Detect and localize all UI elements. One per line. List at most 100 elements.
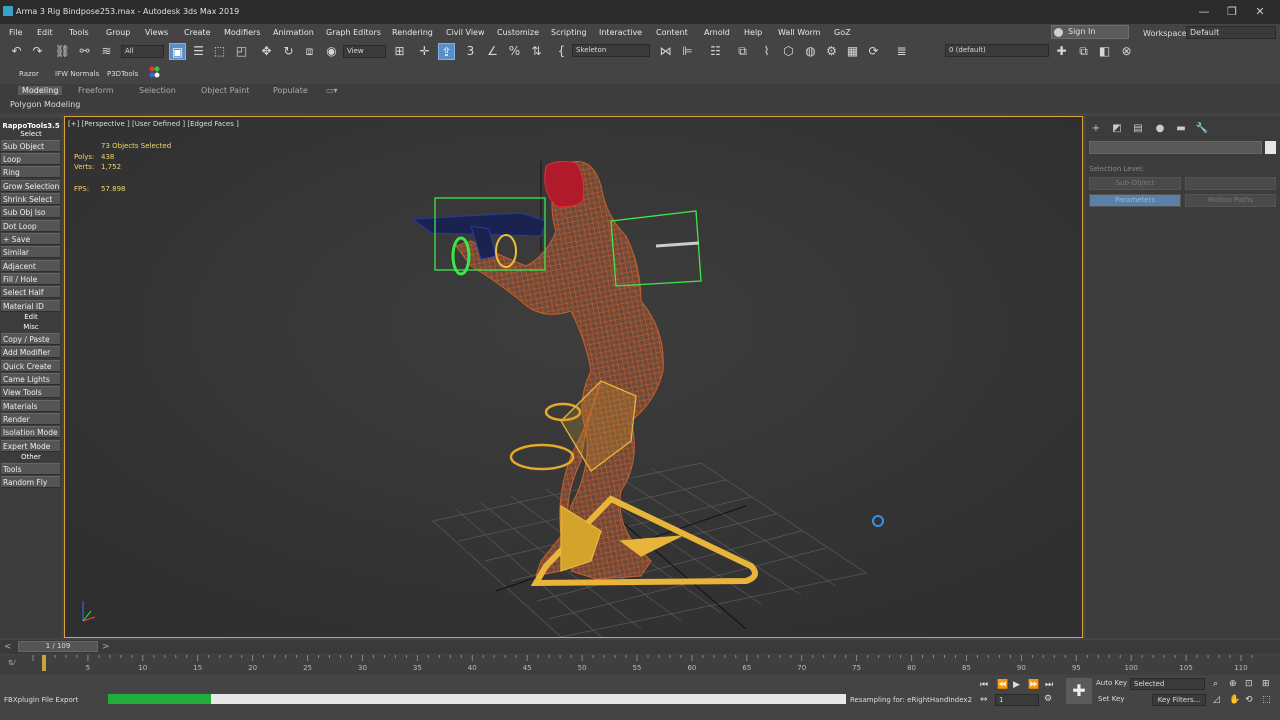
menu-modifiers[interactable]: Modifiers [224, 28, 261, 37]
toggle-layer-explorer-icon[interactable]: ⧉ [734, 43, 751, 60]
field-of-view-icon[interactable]: ◿ [1213, 695, 1220, 705]
orbit-icon[interactable]: ⟲ [1245, 695, 1253, 705]
keyboard-shortcut-override-icon[interactable]: ⇪ [438, 43, 455, 60]
tab-selection[interactable]: Selection [139, 86, 176, 95]
render-setup-icon[interactable]: ⚙ [823, 43, 840, 60]
toggle-scene-explorer-icon[interactable]: ☷ [707, 43, 724, 60]
rt-dot-loop-button[interactable]: Dot Loop [1, 220, 60, 232]
rt-save-button[interactable]: + Save [1, 233, 60, 245]
parameters-button[interactable]: Parameters [1089, 194, 1181, 207]
color-palette-icon[interactable] [148, 65, 160, 79]
move-icon[interactable]: ✥ [258, 43, 275, 60]
utilities-tab-icon[interactable]: 🔧 [1195, 123, 1209, 135]
section-edit-header[interactable]: Edit [0, 313, 62, 321]
spinner-snap-icon[interactable]: ⇅ [528, 43, 545, 60]
mini-curve-editor-icon[interactable]: ⇅⁄ [8, 659, 15, 667]
object-name-field[interactable] [1089, 141, 1262, 154]
modify-tab-icon[interactable]: ◩ [1110, 123, 1124, 135]
window-crossing-icon[interactable]: ◰ [233, 43, 250, 60]
align-icon[interactable]: ⊫ [679, 43, 696, 60]
rt-random-fly-button[interactable]: Random Fly [1, 476, 60, 488]
percent-snap-icon[interactable]: % [506, 43, 523, 60]
add-to-layer-icon[interactable]: ⧉ [1075, 43, 1092, 60]
zoom-extents-all-icon[interactable]: ⊞ [1262, 679, 1270, 689]
rt-similar-button[interactable]: Similar [1, 246, 60, 258]
rt-shrink-select-button[interactable]: Shrink Select [1, 193, 60, 205]
rendered-frame-window-icon[interactable]: ▦ [844, 43, 861, 60]
rt-ring-button[interactable]: Ring [1, 166, 60, 178]
snaps-toggle-icon[interactable]: 3 [462, 43, 479, 60]
angle-snap-icon[interactable]: ∠ [484, 43, 501, 60]
rt-materials-button[interactable]: Materials [1, 400, 60, 412]
create-tab-icon[interactable]: + [1089, 123, 1103, 135]
link-icon[interactable]: ⛓ [54, 43, 71, 60]
mirror-icon[interactable]: ⋈ [657, 43, 674, 60]
plugin-ifw-normals[interactable]: IFW Normals [55, 70, 99, 78]
menu-wall-worm[interactable]: Wall Worm [778, 28, 821, 37]
rt-sub-obj-iso-button[interactable]: Sub Obj Iso [1, 206, 60, 218]
rt-select-half-button[interactable]: Select Half [1, 286, 60, 298]
menu-content[interactable]: Content [656, 28, 688, 37]
rt-quick-create-button[interactable]: Quick Create [1, 360, 60, 372]
perspective-viewport[interactable] [64, 116, 1083, 638]
menu-file[interactable]: File [9, 28, 22, 37]
create-layer-icon[interactable]: ✚ [1053, 43, 1070, 60]
rt-render-button[interactable]: Render [1, 413, 60, 425]
select-manipulate-icon[interactable]: ✛ [416, 43, 433, 60]
rt-expert-mode-button[interactable]: Expert Mode [1, 440, 60, 452]
key-filters-button[interactable]: Key Filters... [1152, 694, 1206, 706]
select-in-layer-icon[interactable]: ◧ [1096, 43, 1113, 60]
select-object-icon[interactable]: ▣ [169, 43, 186, 60]
current-layer-icon[interactable]: ⊗ [1118, 43, 1135, 60]
undo-icon[interactable]: ↶ [8, 43, 25, 60]
rt-came-lights-button[interactable]: Came Lights [1, 373, 60, 385]
go-to-start-icon[interactable]: ⏮ [980, 680, 988, 690]
prev-frame-icon[interactable]: < [4, 642, 12, 652]
menu-rendering[interactable]: Rendering [392, 28, 433, 37]
named-selection-set-select[interactable]: Skeleton [572, 44, 650, 57]
layer-select[interactable]: 0 (default) [945, 44, 1049, 57]
menu-help[interactable]: Help [744, 28, 762, 37]
rt-adjacent-button[interactable]: Adjacent [1, 260, 60, 272]
set-key-big-icon[interactable]: ✚ [1066, 678, 1092, 704]
rt-sub-object-button[interactable]: Sub Object [1, 140, 60, 152]
workspace-select[interactable]: Default [1186, 26, 1276, 39]
rt-material-id-button[interactable]: Material ID [1, 300, 60, 312]
maximize-button[interactable]: ❐ [1224, 4, 1240, 20]
unlink-icon[interactable]: ⚯ [76, 43, 93, 60]
polygon-modeling-panel[interactable]: Polygon Modeling [10, 100, 80, 109]
rt-grow-selection-button[interactable]: Grow Selection [1, 180, 60, 192]
plugin-razor[interactable]: Razor [19, 70, 39, 78]
rotate-icon[interactable]: ↻ [280, 43, 297, 60]
selection-filter-select[interactable]: All [121, 45, 164, 58]
edit-named-selection-icon[interactable]: { } [553, 43, 570, 75]
motion-paths-button[interactable]: Motion Paths [1185, 194, 1276, 207]
material-editor-icon[interactable]: ◍ [802, 43, 819, 60]
render-production-icon[interactable]: ⟳ [865, 43, 882, 60]
curve-editor-icon[interactable]: ⌇ [758, 43, 775, 60]
time-slider[interactable]: 1 / 109 [18, 641, 98, 652]
zoom-extents-icon[interactable]: ⊡ [1245, 679, 1253, 689]
zoom-icon[interactable]: ⌕ [1213, 679, 1218, 689]
tab-freeform[interactable]: Freeform [78, 86, 114, 95]
menu-graph-editors[interactable]: Graph Editors [326, 28, 381, 37]
menu-animation[interactable]: Animation [273, 28, 314, 37]
zoom-all-icon[interactable]: ⊕ [1229, 679, 1237, 689]
menu-group[interactable]: Group [106, 28, 130, 37]
select-by-name-icon[interactable]: ☰ [190, 43, 207, 60]
maxscript-listener-label[interactable]: FBXplugin File Export [4, 696, 78, 704]
viewport-label-menu[interactable]: [+] [Perspective ] [User Defined ] [Edge… [68, 120, 239, 128]
close-button[interactable]: ✕ [1252, 4, 1268, 20]
selection-region-icon[interactable]: ⬚ [211, 43, 228, 60]
hierarchy-tab-icon[interactable]: ▤ [1131, 123, 1145, 135]
key-selection-set-select[interactable]: Selected [1130, 678, 1205, 690]
reference-coordinate-select[interactable]: View [343, 45, 386, 58]
menu-interactive[interactable]: Interactive [599, 28, 642, 37]
redo-icon[interactable]: ↷ [29, 43, 46, 60]
rt-isolation-mode-button[interactable]: Isolation Mode [1, 426, 60, 438]
menu-civil-view[interactable]: Civil View [446, 28, 485, 37]
object-color-swatch[interactable] [1265, 141, 1276, 154]
maximize-viewport-icon[interactable]: ⬚ [1262, 695, 1271, 705]
tab-populate[interactable]: Populate [273, 86, 308, 95]
display-tab-icon[interactable]: ▬ [1174, 123, 1188, 135]
